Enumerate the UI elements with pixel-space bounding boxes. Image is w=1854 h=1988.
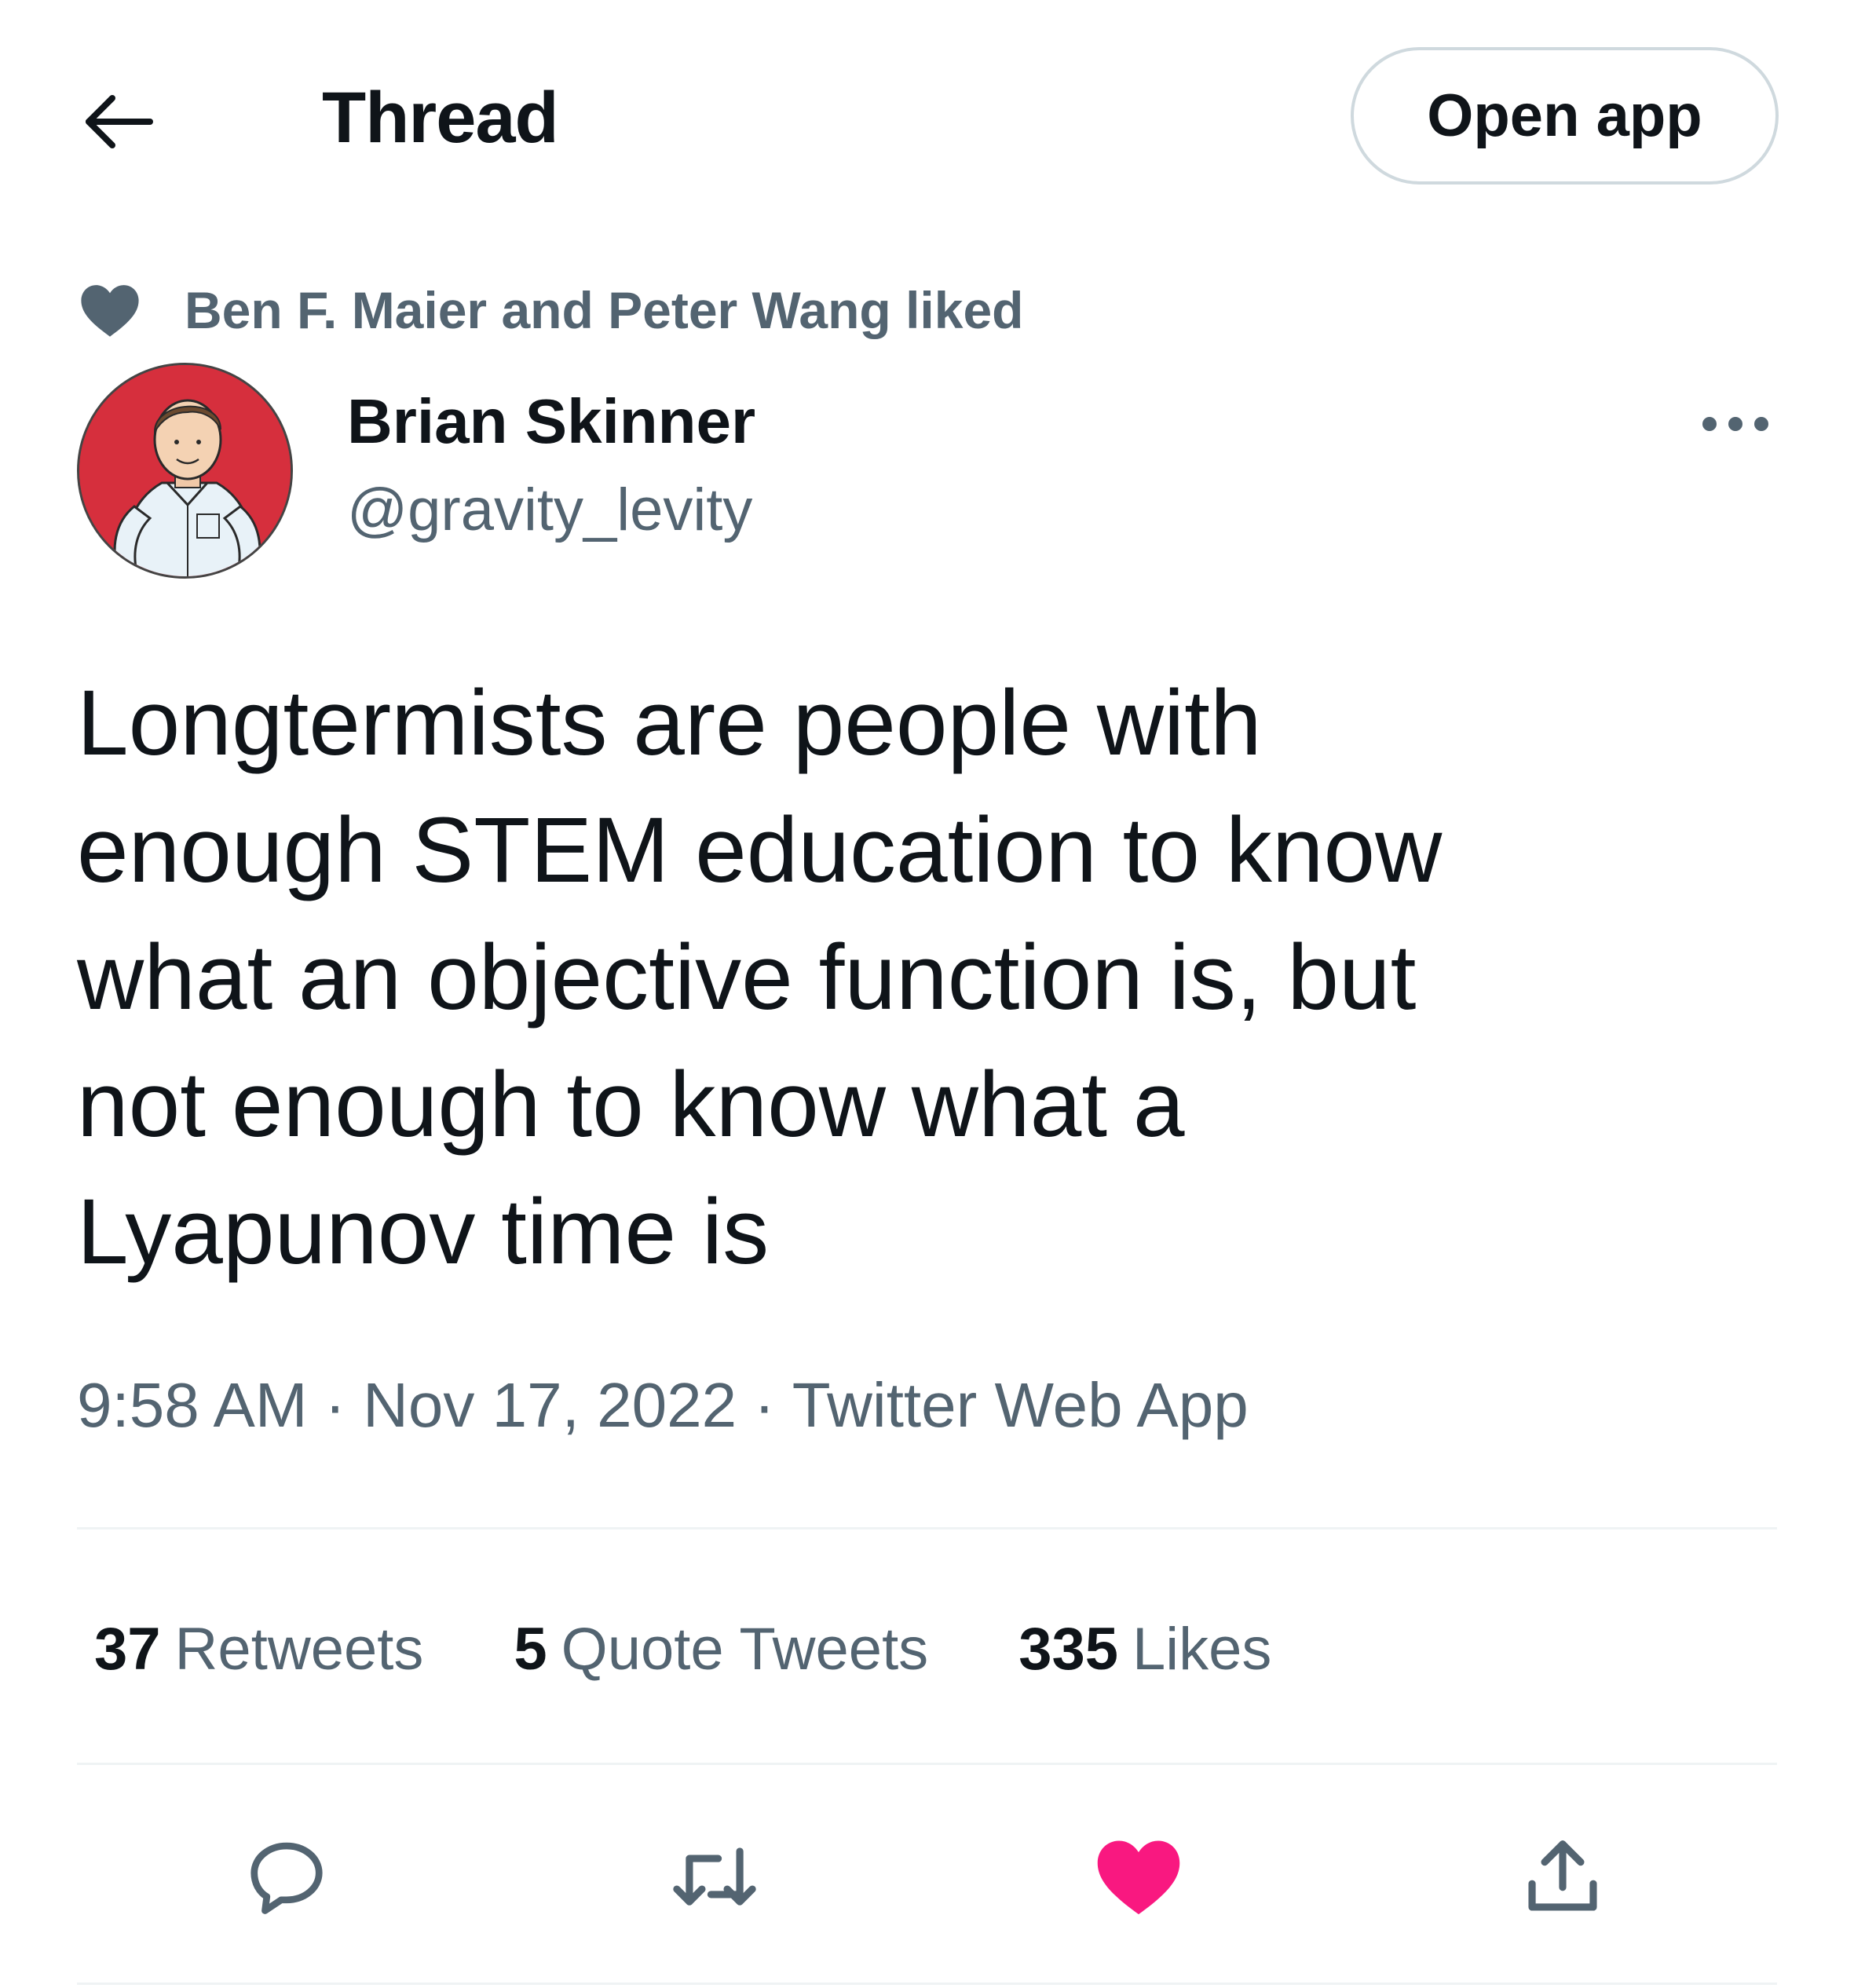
page-title: Thread bbox=[322, 78, 559, 158]
like-button[interactable] bbox=[1084, 1822, 1194, 1931]
quote-tweets-stat[interactable]: 5 Quote Tweets bbox=[514, 1615, 928, 1683]
header: Thread Open app bbox=[0, 0, 1854, 236]
retweets-stat[interactable]: 37 Retweets bbox=[94, 1615, 423, 1683]
share-button[interactable] bbox=[1508, 1822, 1618, 1931]
divider bbox=[77, 1983, 1777, 1985]
author-name[interactable]: Brian Skinner bbox=[347, 382, 755, 461]
quote-tweets-count: 5 bbox=[514, 1615, 547, 1683]
tweet-text-line: not enough to know what a bbox=[77, 1053, 1185, 1157]
tweet-text-line: Longtermists are people with bbox=[77, 671, 1262, 775]
open-app-button[interactable]: Open app bbox=[1351, 47, 1779, 185]
tweet-text-line: enough STEM education to know bbox=[77, 798, 1443, 902]
arrow-left-icon bbox=[86, 95, 153, 148]
tweet-time[interactable]: 9:58 AM bbox=[77, 1370, 308, 1440]
reply-icon bbox=[250, 1842, 323, 1914]
more-icon bbox=[1702, 417, 1768, 431]
tweet-text-line: Lyapunov time is bbox=[77, 1180, 770, 1284]
tweet-text: Longtermists are people with enough STEM… bbox=[77, 660, 1805, 1295]
tweet-stats: 37 Retweets 5 Quote Tweets 335 Likes bbox=[94, 1610, 1362, 1688]
tweet-date[interactable]: Nov 17, 2022 bbox=[363, 1370, 737, 1440]
tweet-text-line: what an objective function is, but bbox=[77, 926, 1417, 1029]
divider bbox=[77, 1763, 1777, 1765]
tweet-meta: 9:58 AM · Nov 17, 2022 · Twitter Web App bbox=[77, 1366, 1249, 1445]
quote-tweets-label: Quote Tweets bbox=[561, 1615, 929, 1683]
avatar-illustration bbox=[79, 365, 291, 576]
tweet-source[interactable]: Twitter Web App bbox=[792, 1370, 1249, 1440]
more-options-button[interactable] bbox=[1696, 393, 1775, 455]
likes-stat[interactable]: 335 Likes bbox=[1018, 1615, 1271, 1683]
avatar[interactable] bbox=[77, 363, 293, 579]
heart-icon bbox=[79, 279, 141, 342]
likes-label: Likes bbox=[1132, 1615, 1272, 1683]
divider bbox=[77, 1527, 1777, 1529]
meta-separator: · bbox=[324, 1370, 346, 1440]
author-handle[interactable]: @gravity_levity bbox=[347, 471, 752, 550]
reply-button[interactable] bbox=[232, 1822, 342, 1931]
back-button[interactable] bbox=[75, 82, 161, 161]
social-context-text: Ben F. Maier and Peter Wang liked bbox=[185, 281, 1024, 339]
retweet-icon bbox=[673, 1847, 756, 1906]
share-icon bbox=[1528, 1840, 1597, 1911]
retweets-count: 37 bbox=[94, 1615, 161, 1683]
social-context: Ben F. Maier and Peter Wang liked bbox=[79, 275, 1023, 345]
likes-count: 335 bbox=[1018, 1615, 1118, 1683]
meta-separator: · bbox=[754, 1370, 775, 1440]
heart-icon bbox=[1097, 1840, 1180, 1915]
retweet-button[interactable] bbox=[660, 1822, 770, 1931]
tweet-actions bbox=[0, 1822, 1854, 1931]
retweets-label: Retweets bbox=[174, 1615, 424, 1683]
